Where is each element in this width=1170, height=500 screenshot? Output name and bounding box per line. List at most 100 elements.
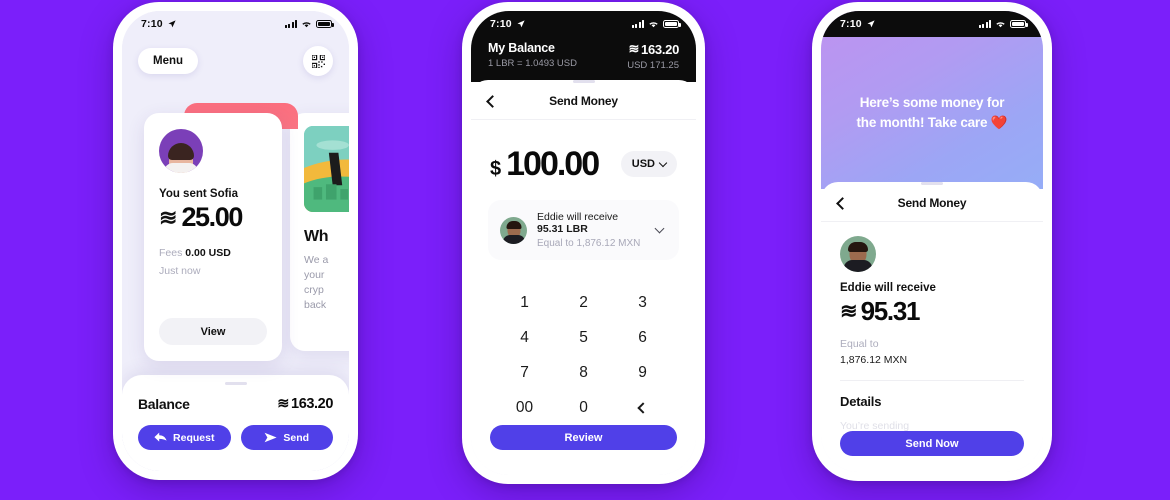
equal-to-label: Equal to	[840, 338, 879, 351]
recipient-receive-line: Eddie will receive 95.31 LBR	[537, 211, 646, 235]
exchange-rate: 1 LBR = 1.0493 USD	[488, 58, 577, 69]
confirm-sheet: Send Money Eddie will receive ≋ 95.31 Eq…	[821, 182, 1043, 472]
phone-wallet-home: 7:10 Menu Wh We a your cryp back You sen…	[113, 2, 358, 480]
status-bar-right	[632, 20, 681, 28]
transaction-amount: ≋ 25.00	[159, 204, 267, 231]
status-bar-left: 7:10	[141, 18, 176, 30]
header-balance: ≋ 163.20	[627, 41, 679, 57]
location-arrow-icon	[168, 20, 176, 28]
arrow-left-icon	[154, 432, 167, 442]
recipient-receive-amount: 95.31 LBR	[537, 223, 588, 236]
chevron-down-icon[interactable]	[654, 223, 665, 234]
wifi-icon	[996, 22, 1005, 28]
signal-bars-icon	[979, 20, 991, 28]
recipient-card[interactable]: Eddie will receive 95.31 LBR Equal to 1,…	[488, 200, 679, 261]
keypad-key-1[interactable]: 1	[495, 294, 554, 312]
gift-message-hero: Here’s some money for the month! Take ca…	[821, 11, 1043, 189]
status-bar: 7:10	[821, 11, 1043, 37]
avatar-eddie	[840, 236, 876, 273]
currency-selector[interactable]: USD	[620, 151, 677, 178]
status-bar-right	[979, 20, 1028, 28]
view-button[interactable]: View	[159, 318, 267, 345]
info-card-heading: Wh	[304, 228, 329, 245]
send-button[interactable]: Send	[240, 425, 333, 451]
signal-bars-icon	[285, 20, 297, 28]
amount-value: 100.00	[506, 145, 600, 184]
balance-amount-value: 163.20	[291, 396, 333, 413]
phone-send-money-entry: 7:10 My Balance 1 LBR = 1.0493 USD ≋ 163…	[462, 2, 705, 484]
status-time: 7:10	[840, 18, 862, 30]
keypad-key-3[interactable]: 3	[613, 294, 672, 312]
libra-symbol-icon: ≋	[159, 204, 178, 230]
details-heading: Details	[840, 394, 882, 410]
amount-entry-row: $ 100.00 USD	[471, 120, 696, 181]
numeric-keypad: 1 2 3 4 5 6 7 8 9 00 0	[495, 294, 672, 417]
send-now-button[interactable]: Send Now	[840, 431, 1024, 456]
transaction-card-stack: Wh We a your cryp back You sent Sofia ≋ …	[122, 99, 349, 361]
keypad-key-2[interactable]: 2	[554, 294, 613, 312]
keypad-key-00[interactable]: 00	[495, 399, 554, 417]
landscape-illustration	[304, 126, 349, 212]
send-button-label: Send	[283, 431, 310, 444]
balance-header-right: ≋ 163.20 USD 171.25	[627, 41, 679, 71]
status-bar: 7:10	[471, 11, 696, 37]
location-arrow-icon	[517, 20, 525, 28]
info-card-partial[interactable]: Wh We a your cryp back	[290, 113, 349, 351]
libra-symbol-icon: ≋	[628, 41, 640, 56]
send-money-sheet: Send Money $ 100.00 USD Eddie will recei…	[471, 80, 696, 470]
avatar-sofia	[159, 129, 203, 173]
keypad-key-4[interactable]: 4	[495, 329, 554, 347]
fees-value: 0.00 USD	[185, 247, 231, 259]
balance-sheet: Balance ≋ 163.20 Request Send	[122, 375, 349, 471]
qr-code-button[interactable]	[303, 46, 333, 76]
transaction-amount-value: 25.00	[181, 202, 243, 232]
phone1-screen: 7:10 Menu Wh We a your cryp back You sen…	[122, 11, 349, 471]
page-title: Send Money	[897, 196, 967, 211]
paper-plane-icon	[265, 433, 278, 443]
transaction-card[interactable]: You sent Sofia ≋ 25.00 Fees 0.00 USD Jus…	[144, 113, 282, 361]
keypad-key-backspace[interactable]	[613, 399, 672, 417]
review-button[interactable]: Review	[490, 425, 677, 450]
balance-row: Balance ≋ 163.20	[138, 396, 333, 412]
transaction-fees: Fees 0.00 USD	[159, 247, 267, 259]
phone3-statusbar-wrap: 7:10	[821, 11, 1043, 37]
recipient-label: Eddie will receive	[840, 282, 936, 295]
phone2-dark-header: 7:10 My Balance 1 LBR = 1.0493 USD ≋ 163…	[471, 11, 696, 82]
status-bar-left: 7:10	[840, 18, 875, 30]
status-bar-right	[285, 20, 334, 28]
request-button-label: Request	[173, 431, 215, 444]
battery-icon	[316, 20, 334, 28]
status-bar-left: 7:10	[490, 18, 525, 30]
info-card-body: We a your cryp back	[304, 254, 329, 311]
status-bar: 7:10	[122, 11, 349, 37]
balance-header-content: My Balance 1 LBR = 1.0493 USD ≋ 163.20 U…	[471, 37, 696, 71]
sheet-grabber[interactable]	[224, 382, 247, 386]
receive-amount-value: 95.31	[860, 296, 921, 327]
equal-to-value: 1,876.12 MXN	[840, 354, 908, 367]
keypad-key-6[interactable]: 6	[613, 329, 672, 347]
send-money-navbar: Send Money	[821, 185, 1043, 223]
my-balance-title: My Balance	[488, 41, 555, 55]
keypad-key-9[interactable]: 9	[613, 364, 672, 382]
request-button[interactable]: Request	[138, 425, 231, 451]
receive-amount: ≋ 95.31	[840, 298, 1043, 324]
menu-button[interactable]: Menu	[138, 48, 199, 74]
transaction-title: You sent Sofia	[159, 188, 239, 200]
gift-message-text: Here’s some money for the month! Take ca…	[856, 95, 1008, 130]
balance-amount: ≋ 163.20	[277, 396, 333, 412]
phone2-screen: 7:10 My Balance 1 LBR = 1.0493 USD ≋ 163…	[471, 11, 696, 475]
phone3-content: 7:10 Here’s some money for the month! Ta…	[821, 11, 1043, 472]
battery-icon	[663, 20, 681, 28]
keypad-key-5[interactable]: 5	[554, 329, 613, 347]
fees-label: Fees	[159, 247, 183, 259]
amount-display[interactable]: $ 100.00	[490, 145, 600, 184]
location-arrow-icon	[867, 20, 875, 28]
recipient-receive-prefix: Eddie will receive	[537, 211, 619, 224]
keypad-key-0[interactable]: 0	[554, 399, 613, 417]
page-title: Send Money	[549, 94, 618, 109]
balance-actions: Request Send	[138, 425, 333, 451]
status-time: 7:10	[490, 18, 512, 30]
keypad-key-8[interactable]: 8	[554, 364, 613, 382]
keypad-key-7[interactable]: 7	[495, 364, 554, 382]
signal-bars-icon	[632, 20, 644, 28]
